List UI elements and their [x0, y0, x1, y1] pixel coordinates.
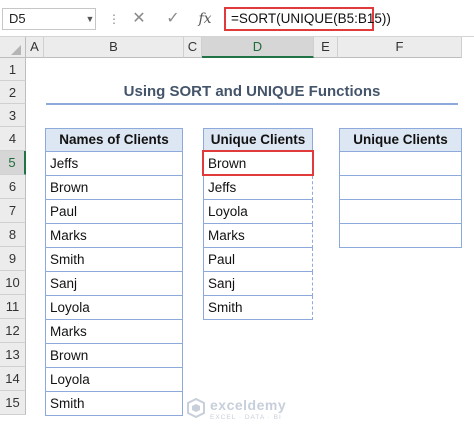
title-underline [46, 103, 458, 105]
names-cell[interactable]: Jeffs [45, 152, 183, 176]
name-box[interactable]: D5 [2, 8, 96, 30]
more-options-icon[interactable]: ⋮ [108, 8, 120, 30]
row-header-3[interactable]: 3 [0, 104, 26, 127]
row-header-7[interactable]: 7 [0, 199, 26, 223]
names-cell[interactable]: Loyola [45, 296, 183, 320]
column-header-c[interactable]: C [184, 37, 202, 58]
names-cell[interactable]: Loyola [45, 368, 183, 392]
column-header-e[interactable]: E [314, 37, 338, 58]
watermark-text: exceldemy [210, 397, 287, 413]
row-header-13[interactable]: 13 [0, 343, 26, 367]
names-cell[interactable]: Brown [45, 176, 183, 200]
row-header-11[interactable]: 11 [0, 295, 26, 319]
row-header-6[interactable]: 6 [0, 175, 26, 199]
names-cell[interactable]: Marks [45, 224, 183, 248]
unique-list-cell[interactable] [339, 200, 462, 224]
row-header-1[interactable]: 1 [0, 58, 26, 81]
names-cell[interactable]: Smith [45, 248, 183, 272]
exceldemy-watermark: exceldemy EXCEL · DATA · BI [186, 397, 326, 428]
column-header-d[interactable]: D [202, 37, 314, 58]
check-icon[interactable]: ✓ [162, 8, 184, 30]
names-table-header[interactable]: Names of Clients [45, 128, 183, 152]
unique-cell[interactable]: Smith [203, 296, 313, 320]
chevron-down-icon[interactable]: ▼ [84, 8, 96, 30]
sheet-title: Using SORT and UNIQUE Functions [123, 83, 381, 100]
names-cell[interactable]: Smith [45, 392, 183, 416]
select-all-icon [11, 45, 21, 55]
unique-cell[interactable]: Marks [203, 224, 313, 248]
unique-cell[interactable]: Jeffs [203, 176, 313, 200]
row-header-4[interactable]: 4 [0, 127, 26, 151]
watermark-subtext: EXCEL · DATA · BI [210, 414, 282, 421]
names-cell[interactable]: Sanj [45, 272, 183, 296]
unique-cell[interactable]: Sanj [203, 272, 313, 296]
names-cell[interactable]: Paul [45, 200, 183, 224]
row-header-10[interactable]: 10 [0, 271, 26, 295]
unique-cell[interactable]: Loyola [203, 200, 313, 224]
unique-cell[interactable]: Paul [203, 248, 313, 272]
unique-list-cell[interactable] [339, 152, 462, 176]
fx-icon[interactable]: fx [194, 8, 216, 30]
unique-table-header[interactable]: Unique Clients [203, 128, 313, 152]
names-cell[interactable]: Marks [45, 320, 183, 344]
formula-input[interactable]: =SORT(UNIQUE(B5:B15)) [224, 7, 391, 31]
row-header-15[interactable]: 15 [0, 391, 26, 415]
row-header-14[interactable]: 14 [0, 367, 26, 391]
column-header-b[interactable]: B [44, 37, 184, 58]
names-cell[interactable]: Brown [45, 344, 183, 368]
close-icon[interactable]: ✕ [128, 8, 150, 30]
unique-list-table-header[interactable]: Unique Clients List [339, 128, 462, 169]
unique-list-cell[interactable] [339, 224, 462, 248]
unique-list-cell[interactable] [339, 176, 462, 200]
row-header-9[interactable]: 9 [0, 247, 26, 271]
row-header-5[interactable]: 5 [0, 151, 26, 175]
column-header-a[interactable]: A [26, 37, 44, 58]
active-cell-d5[interactable] [202, 150, 314, 176]
column-header-f[interactable]: F [338, 37, 462, 58]
row-header-2[interactable]: 2 [0, 81, 26, 104]
exceldemy-logo-icon [187, 398, 205, 418]
row-header-12[interactable]: 12 [0, 319, 26, 343]
row-header-8[interactable]: 8 [0, 223, 26, 247]
